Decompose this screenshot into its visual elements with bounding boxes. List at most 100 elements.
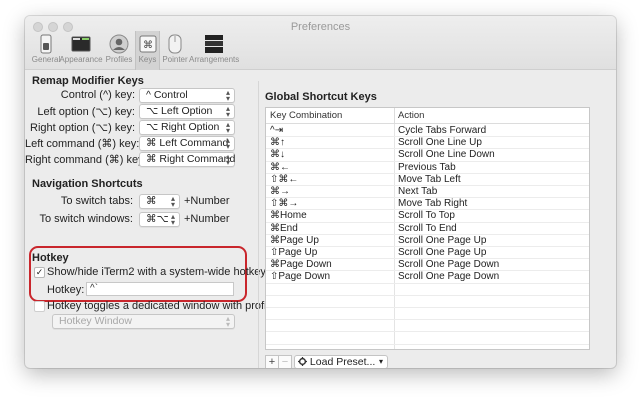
action-cell: Scroll One Page Up	[398, 247, 487, 258]
column-header-key-combination[interactable]: Key Combination	[270, 110, 342, 121]
dedicated-window-checkbox[interactable]	[34, 301, 45, 312]
action-cell: Scroll One Line Up	[398, 137, 482, 149]
updown-arrow-icon: ▴ ▾	[225, 314, 230, 329]
remap-section-title: Remap Modifier Keys	[32, 75, 144, 87]
updown-arrow-icon: ▴ ▾	[170, 194, 175, 209]
global-shortcuts-table[interactable]: Key Combination Action ^⇥ Cycle Tabs Forw…	[265, 107, 590, 350]
table-row[interactable]: ^⇥ Cycle Tabs Forward	[266, 125, 589, 138]
table-row	[266, 284, 589, 296]
switch-tabs-suffix: +Number	[184, 195, 230, 207]
key-combination-cell: ⇧⌘→	[270, 198, 299, 210]
updown-arrow-icon: ▴ ▾	[170, 212, 175, 227]
toolbar-label: Keys	[138, 55, 157, 64]
hotkey-field[interactable]: ^`	[86, 282, 234, 296]
table-row[interactable]: ⌘→ Next Tab	[266, 186, 589, 199]
table-row[interactable]: ⌘Page Down Scroll One Page Down	[266, 259, 589, 272]
preferences-window: Preferences General Appearance Profiles …	[25, 16, 616, 368]
column-header-action[interactable]: Action	[398, 110, 424, 121]
control-key-label: Control (^) key:	[60, 89, 135, 101]
toolbar-item-arrangements[interactable]: Arrangements	[189, 32, 239, 68]
table-row	[266, 308, 589, 321]
dedicated-window-label: Hotkey toggles a dedicated window with p…	[47, 300, 279, 312]
remove-shortcut-button[interactable]: −	[278, 355, 292, 368]
chevron-down-icon: ▾	[378, 357, 383, 366]
right-option-key-popup[interactable]: ⌥ Right Option ▴ ▾	[139, 120, 235, 135]
toolbar-item-keys[interactable]: ⌘ Keys	[135, 31, 160, 70]
column-separator	[394, 108, 395, 124]
hotkey-field-label: Hotkey:	[47, 284, 85, 296]
toolbar-item-profiles[interactable]: Profiles	[103, 32, 135, 68]
key-combination-cell: ⌘Home	[270, 210, 307, 222]
left-command-key-popup[interactable]: ⌘ Left Command ▴ ▾	[139, 136, 235, 151]
popup-value: Hotkey Window	[59, 315, 132, 327]
key-combination-cell: ⇧Page Down	[270, 271, 331, 283]
popup-value: ⌘⌥	[146, 213, 169, 225]
action-cell: Next Tab	[398, 186, 438, 197]
window-icon	[71, 36, 91, 52]
keys-pane: Remap Modifier Keys Control (^) key: ^ C…	[25, 71, 616, 368]
switch-tabs-label: To switch tabs:	[60, 195, 133, 207]
toolbar-label: General	[31, 55, 61, 64]
table-row[interactable]: ⇧⌘→ Move Tab Right	[266, 198, 589, 211]
action-cell: Scroll One Page Up	[398, 234, 487, 246]
action-cell: Scroll One Line Down	[398, 149, 495, 161]
table-row[interactable]: ⌘← Previous Tab	[266, 162, 589, 174]
table-row[interactable]: ⌘↓ Scroll One Line Down	[266, 149, 589, 162]
left-option-key-popup[interactable]: ⌥ Left Option ▴ ▾	[139, 104, 235, 119]
switch-windows-popup[interactable]: ⌘⌥ ▴ ▾	[139, 212, 180, 227]
table-row[interactable]: ⇧⌘← Move Tab Left	[266, 174, 589, 186]
action-cell: Cycle Tabs Forward	[398, 125, 487, 136]
switch-windows-label: To switch windows:	[39, 213, 133, 225]
toolbar-label: Profiles	[105, 55, 133, 64]
table-row[interactable]: ⌘Page Up Scroll One Page Up	[266, 235, 589, 247]
popup-value: ⌥ Right Option	[146, 121, 220, 133]
windows-stack-icon	[205, 35, 223, 53]
action-cell: Previous Tab	[398, 161, 456, 173]
key-combination-cell: ⌘↑	[270, 137, 285, 149]
table-row[interactable]: ⇧Page Down Scroll One Page Down	[266, 271, 589, 284]
table-row[interactable]: ⌘End Scroll To End	[266, 223, 589, 235]
key-combination-cell: ⌘↓	[270, 149, 285, 161]
updown-arrow-icon: ▴ ▾	[225, 136, 230, 151]
switch-tabs-popup[interactable]: ⌘ ▴ ▾	[139, 194, 180, 209]
table-row	[266, 296, 589, 308]
control-key-popup[interactable]: ^ Control ▴ ▾	[139, 88, 235, 103]
mouse-icon	[168, 34, 182, 54]
person-icon	[109, 34, 129, 54]
key-combination-cell: ⇧⌘←	[270, 173, 299, 185]
show-hide-hotkey-checkbox[interactable]: ✓	[34, 267, 45, 278]
table-row	[266, 320, 589, 333]
key-combination-cell: ⌘←	[270, 161, 290, 173]
command-key-icon: ⌘	[139, 35, 156, 53]
table-row[interactable]: ⇧Page Up Scroll One Page Up	[266, 247, 589, 260]
table-row	[266, 332, 589, 345]
right-option-key-label: Right option (⌥) key:	[30, 122, 135, 134]
key-combination-cell: ⇧Page Up	[270, 247, 318, 258]
popup-value: ^ Control	[146, 89, 188, 101]
key-combination-cell: ⌘→	[270, 186, 290, 197]
toolbar-item-appearance[interactable]: Appearance	[59, 32, 103, 68]
add-shortcut-button[interactable]: +	[265, 355, 279, 368]
popup-value: ⌘ Right Command	[146, 153, 236, 165]
popup-value: ⌥ Left Option	[146, 105, 213, 117]
updown-arrow-icon: ▴ ▾	[225, 88, 230, 103]
popup-value: ⌘ Left Command	[146, 137, 229, 149]
action-cell: Move Tab Right	[398, 198, 468, 210]
toolbar-item-pointer[interactable]: Pointer	[161, 32, 189, 68]
toolbar-label: Pointer	[162, 55, 188, 64]
action-cell: Move Tab Left	[398, 173, 461, 185]
table-row[interactable]: ⌘Home Scroll To Top	[266, 210, 589, 223]
table-header: Key Combination Action	[266, 108, 589, 124]
updown-arrow-icon: ▴ ▾	[225, 152, 230, 167]
right-command-key-label: Right command (⌘) key:	[25, 154, 147, 166]
right-command-key-popup[interactable]: ⌘ Right Command ▴ ▾	[139, 152, 235, 167]
hotkey-profile-popup[interactable]: Hotkey Window ▴ ▾	[52, 314, 235, 329]
table-row[interactable]: ⌘↑ Scroll One Line Up	[266, 137, 589, 150]
toolbar-label: Appearance	[59, 55, 103, 64]
toolbar-item-general[interactable]: General	[29, 32, 63, 68]
global-shortcuts-title: Global Shortcut Keys	[265, 91, 377, 103]
key-combination-cell: ⌘Page Up	[270, 234, 319, 246]
load-preset-menu-button[interactable]: Load Preset... ▾	[294, 355, 388, 368]
svg-text:⌘: ⌘	[143, 40, 153, 51]
navigation-section-title: Navigation Shortcuts	[32, 178, 143, 190]
